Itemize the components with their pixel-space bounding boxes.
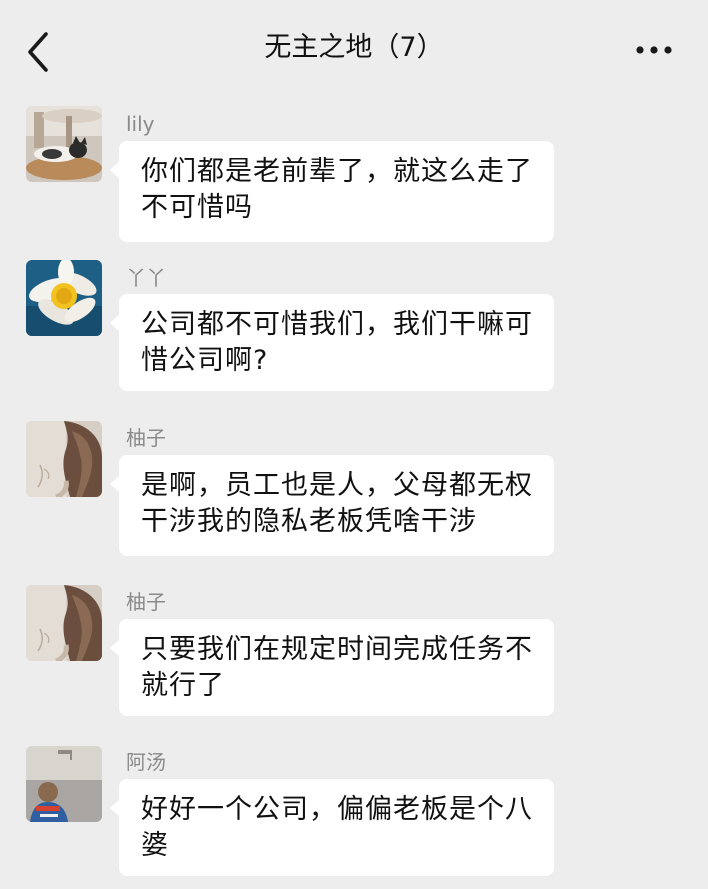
more-dots-icon <box>636 46 672 54</box>
avatar[interactable] <box>26 260 102 336</box>
message-bubble[interactable]: 公司都不可惜我们，我们干嘛可惜公司啊? <box>110 294 554 391</box>
message-bubble[interactable]: 你们都是老前辈了，就这么走了不可惜吗 <box>110 141 554 242</box>
avatar[interactable] <box>26 585 102 661</box>
girl-hair-avatar <box>26 421 102 497</box>
daffodil-avatar <box>26 260 102 336</box>
message-bubble[interactable]: 只要我们在规定时间完成任务不就行了 <box>110 619 554 716</box>
chat-title: 无主之地（7） <box>264 32 444 63</box>
avatar[interactable] <box>26 746 102 822</box>
child-by-sea-avatar <box>26 746 102 822</box>
sender-name: 阿汤 <box>126 750 166 774</box>
sender-name: 柚子 <box>126 426 166 450</box>
girl-hair-avatar <box>26 585 102 661</box>
cat-on-cushion-avatar <box>26 106 102 182</box>
sender-name: lily <box>126 112 155 136</box>
sender-name: 丫丫 <box>126 266 166 290</box>
message-bubble[interactable]: 是啊，员工也是人，父母都无权干涉我的隐私老板凭啥干涉 <box>110 455 554 556</box>
more-button[interactable] <box>634 38 674 62</box>
avatar[interactable] <box>26 421 102 497</box>
chat-header: 无主之地（7） <box>0 0 708 96</box>
sender-name: 柚子 <box>126 590 166 614</box>
avatar[interactable] <box>26 106 102 182</box>
message-bubble[interactable]: 好好一个公司，偏偏老板是个八婆 <box>110 779 554 876</box>
